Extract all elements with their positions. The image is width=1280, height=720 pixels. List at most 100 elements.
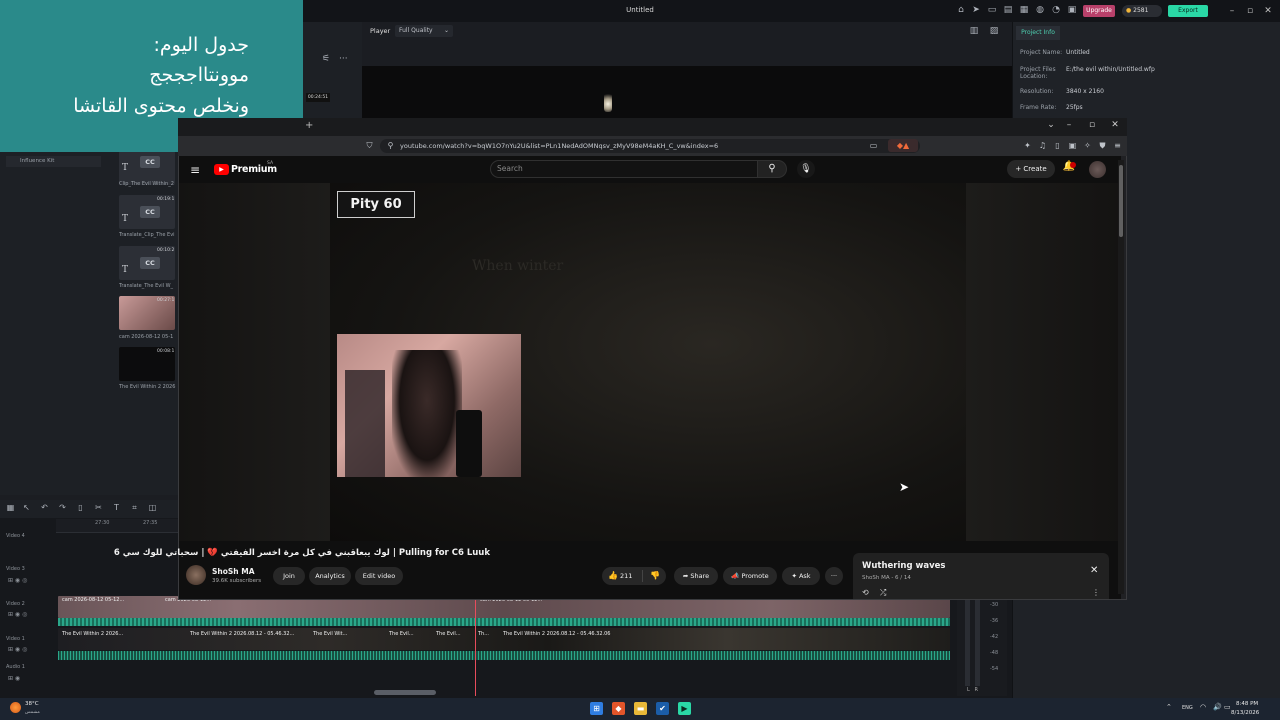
chevron-down-icon[interactable]: ⌄ (1044, 120, 1058, 130)
weather-icon[interactable] (10, 702, 21, 713)
more-icon[interactable]: ··· (339, 54, 348, 64)
quality-select[interactable]: Full Quality ⌄ (395, 25, 453, 37)
chevron-up-icon[interactable]: ⌃ (1166, 703, 1172, 711)
resolution-value: 3840 x 2160 (1066, 88, 1104, 95)
join-button[interactable]: Join (273, 567, 305, 585)
new-tab-icon[interactable]: + (305, 120, 313, 131)
scrollbar-thumb[interactable] (1119, 165, 1123, 237)
media-name: Translate_The Evil W_ (119, 283, 174, 289)
db-label: -54 (990, 666, 999, 672)
more-actions-button[interactable]: ··· (825, 567, 843, 585)
brave-icon[interactable]: ◆ (612, 702, 625, 715)
cast-icon[interactable]: ▭ (868, 140, 879, 151)
sidebar-icon[interactable]: ▯ (1052, 140, 1063, 151)
filter-icon[interactable]: ⚟ (322, 54, 330, 64)
upgrade-button[interactable]: Upgrade (1083, 5, 1115, 17)
track-controls-icon[interactable]: ⊞ ◉ (8, 675, 20, 682)
maximize-icon[interactable]: ▫ (1243, 5, 1257, 17)
globe-icon[interactable]: ◍ (1034, 5, 1046, 16)
sidebar-item-influence-kit[interactable]: Influence Kit (6, 156, 101, 167)
search-icon[interactable]: ⚲ (757, 160, 787, 178)
shuffle-icon[interactable]: ⤮ (880, 588, 886, 598)
close-icon[interactable]: ✕ (1261, 5, 1275, 17)
select-icon[interactable]: ↖ (22, 503, 31, 513)
weather-temp[interactable]: 38°C (25, 701, 39, 707)
image-icon[interactable]: ▨ (988, 26, 1000, 37)
layout-icon[interactable]: ▦ (1018, 5, 1030, 16)
close-icon[interactable]: ✕ (1108, 120, 1122, 130)
url-text[interactable]: youtube.com/watch?v=bqW1O7nYu2U&list=PLn… (400, 142, 718, 150)
crop-icon[interactable]: ⌗ (130, 503, 139, 513)
share-button[interactable]: ➦ Share (674, 567, 718, 585)
playlist-title[interactable]: Wuthering waves (862, 561, 945, 571)
redo-icon[interactable]: ↷ (58, 503, 67, 513)
steam-icon[interactable]: ✔ (656, 702, 669, 715)
audio-waveform (58, 651, 950, 660)
gift-icon[interactable]: ⌂ (955, 5, 967, 16)
cut-icon[interactable]: ✂ (94, 503, 103, 513)
folder-icon[interactable]: ▬ (634, 702, 647, 715)
track-controls-icon[interactable]: ⊞ ◉ ◎ (8, 646, 27, 653)
sparkle-icon: ✦ (791, 572, 799, 580)
more-vert-icon[interactable]: ⋮ (1092, 588, 1100, 597)
promote-button[interactable]: 📣 Promote (723, 567, 777, 585)
youtube-logo-icon[interactable]: ▶ (214, 164, 229, 175)
edit-video-button[interactable]: Edit video (355, 567, 403, 585)
puzzle-icon[interactable]: ✧ (1082, 140, 1093, 151)
bell-icon[interactable]: ◔ (1050, 5, 1062, 16)
close-icon[interactable]: ✕ (1090, 565, 1098, 576)
like-icon[interactable]: 👍 (608, 571, 618, 580)
battery-icon[interactable]: ▭ (1224, 703, 1231, 711)
save-icon[interactable]: ▤ (1002, 5, 1014, 16)
clock-date[interactable]: 8/13/2026 (1231, 710, 1259, 716)
bookmark-icon[interactable]: ⛉ (364, 140, 375, 151)
wifi-icon[interactable]: ◠ (1200, 703, 1206, 711)
timeline-scrollbar[interactable] (374, 690, 436, 695)
undo-icon[interactable]: ↶ (40, 503, 49, 513)
filmora-icon[interactable]: ▶ (678, 702, 691, 715)
wallet-icon[interactable]: ▣ (1067, 140, 1078, 151)
loop-icon[interactable]: ⟲ (862, 588, 869, 597)
export-button[interactable]: Export (1168, 5, 1208, 17)
start-icon[interactable]: ⊞ (590, 702, 603, 715)
channel-name[interactable]: ShoSh MA (212, 567, 255, 576)
menu-icon[interactable]: ≡ (1112, 140, 1123, 151)
ask-button[interactable]: ✦ Ask (782, 567, 820, 585)
hamburger-menu-icon[interactable]: ≡ (190, 163, 200, 177)
meter-bar-left (965, 598, 970, 686)
clock-time[interactable]: 8:48 PM (1236, 701, 1258, 707)
site-info-icon[interactable]: ⚲ (385, 140, 396, 151)
minimize-icon[interactable]: – (1225, 5, 1239, 17)
extensions-icon[interactable]: ✦ (1022, 140, 1033, 151)
search-input[interactable] (490, 160, 758, 178)
channel-avatar[interactable] (186, 565, 206, 585)
vpn-icon[interactable]: ⛊ (1097, 140, 1108, 151)
like-count[interactable]: 211 (620, 572, 632, 580)
adjust-icon[interactable]: ◫ (148, 503, 157, 513)
tab-project-info[interactable]: Project Info (1016, 26, 1060, 40)
track-controls-icon[interactable]: ⊞ ◉ ◎ (8, 611, 27, 618)
meter-lr: L R (967, 687, 979, 693)
maximize-icon[interactable]: ▫ (1085, 120, 1099, 130)
track-controls-icon[interactable]: ⊞ ◉ ◎ (8, 577, 27, 584)
credits-badge[interactable]: ● 2581 (1122, 5, 1162, 17)
analytics-button[interactable]: Analytics (309, 567, 351, 585)
avatar[interactable] (1089, 161, 1106, 178)
music-icon[interactable]: ♫ (1037, 140, 1048, 151)
microphone-icon[interactable]: 🎙 (797, 160, 815, 178)
minimize-icon[interactable]: – (1062, 120, 1076, 130)
create-button[interactable]: + Create (1007, 160, 1055, 178)
language-indicator[interactable]: ENG (1182, 705, 1193, 711)
monitor-icon[interactable]: ▭ (986, 5, 998, 16)
snapshot-icon[interactable]: ▥ (968, 26, 980, 37)
text-tool-icon[interactable]: T (112, 503, 121, 513)
game-subtitle: When winter (472, 258, 564, 274)
dislike-icon[interactable]: 👎 (650, 571, 660, 580)
media-name: Clip_The Evil Within_2 (119, 181, 174, 187)
volume-icon[interactable]: 🔊 (1213, 703, 1222, 711)
grid-icon[interactable]: ▦ (6, 503, 15, 513)
store-icon[interactable]: ▣ (1066, 5, 1078, 16)
shield-icon[interactable]: ◆▲ (888, 139, 918, 152)
delete-icon[interactable]: ▯ (76, 503, 85, 513)
send-icon[interactable]: ➤ (970, 5, 982, 16)
